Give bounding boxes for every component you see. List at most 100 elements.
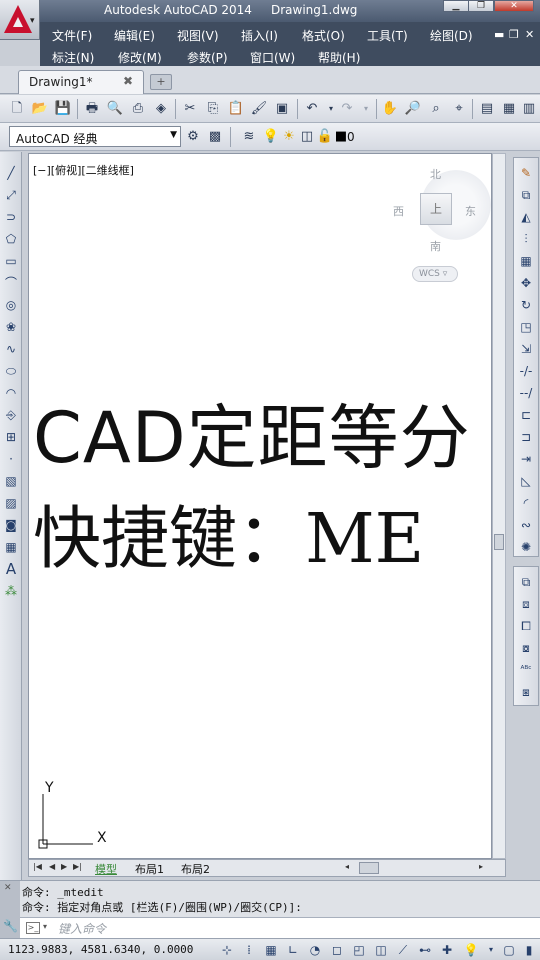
menu-format[interactable]: 格式(O) (302, 27, 345, 44)
blend-curves-icon[interactable]: ∾ (517, 516, 535, 534)
canvas-shortcut-text[interactable]: 快捷键：ME (33, 500, 424, 580)
scale-icon[interactable]: ◳ (517, 318, 535, 336)
3d-print-icon[interactable]: ◈ (152, 100, 170, 118)
revision-cloud-icon[interactable]: ❀ (2, 318, 20, 336)
zoom-window-icon[interactable]: ⌕ (427, 100, 445, 118)
layer-on-bulb-icon[interactable]: 💡 (262, 128, 280, 146)
construction-line-icon[interactable]: ⤢ (2, 186, 20, 204)
redo-icon[interactable]: ↷ (338, 100, 356, 118)
grid-display-icon[interactable]: ▦ (262, 941, 280, 959)
polygon-icon[interactable]: ⬠ (2, 230, 20, 248)
menu-view[interactable]: 视图(V) (177, 27, 219, 44)
horizontal-scroll-thumb[interactable] (359, 862, 379, 874)
ortho-mode-icon[interactable]: ∟ (284, 941, 302, 959)
explode-icon[interactable]: ✺ (517, 538, 535, 556)
minimize-button[interactable]: ▁ (443, 0, 469, 12)
last-layout-icon[interactable]: ▶| (73, 862, 82, 871)
join-icon[interactable]: ⇥ (517, 450, 535, 468)
insert-block-icon[interactable]: ⎆ (2, 406, 20, 424)
print-preview-icon[interactable]: 🔍 (106, 100, 124, 118)
wcs-menu[interactable]: WCS ▿ (412, 266, 458, 282)
chevron-down-icon[interactable]: ▾ (482, 941, 500, 959)
arc-icon[interactable]: ⌒ (2, 274, 20, 292)
layer-properties-icon[interactable]: ≋ (240, 128, 258, 146)
dynamic-ucs-icon[interactable]: ⟋ (394, 941, 412, 959)
polyline-icon[interactable]: ⊃ (2, 208, 20, 226)
gradient-icon[interactable]: ▨ (2, 494, 20, 512)
bring-above-icon[interactable]: ⧠ (517, 617, 535, 635)
menu-file[interactable]: 文件(F) (52, 27, 92, 44)
move-icon[interactable]: ✥ (517, 274, 535, 292)
undo-icon[interactable]: ↶ (303, 100, 321, 118)
hatch-to-back-icon[interactable]: ⧆ (517, 683, 535, 701)
match-properties-icon[interactable]: 🖌 (250, 100, 268, 118)
menu-help[interactable]: 帮助(H) (318, 49, 360, 66)
rotate-icon[interactable]: ↻ (517, 296, 535, 314)
workspace-settings-icon[interactable]: ⚙ (184, 128, 202, 146)
viewcube-top-face[interactable]: 上 (420, 193, 452, 225)
design-center-icon[interactable]: ▦ (500, 100, 518, 118)
line-icon[interactable]: ╱ (2, 164, 20, 182)
fillet-icon[interactable]: ◜ (517, 494, 535, 512)
command-prompt-icon[interactable]: >_ (26, 922, 40, 934)
polar-tracking-icon[interactable]: ◔ (306, 941, 324, 959)
menu-insert[interactable]: 插入(I) (241, 27, 278, 44)
3d-object-snap-icon[interactable]: ◰ (350, 941, 368, 959)
new-icon[interactable]: 🗋 (8, 100, 26, 118)
properties-icon[interactable]: ▤ (478, 100, 496, 118)
close-button[interactable]: ✕ (494, 0, 534, 12)
lineweight-icon[interactable]: ✚ (438, 941, 456, 959)
vertical-scrollbar[interactable] (492, 153, 506, 859)
chevron-down-icon[interactable]: ▾ (43, 922, 47, 931)
menu-dimension[interactable]: 标注(N) (52, 49, 94, 66)
clean-screen-icon[interactable]: ▢ (500, 941, 518, 959)
viewcube-east[interactable]: 东 (465, 203, 476, 219)
next-layout-icon[interactable]: ▶ (61, 862, 67, 871)
pan-icon[interactable]: ✋ (381, 100, 399, 118)
bring-to-front-icon[interactable]: ⧉ (517, 573, 535, 591)
ellipse-arc-icon[interactable]: ◠ (2, 384, 20, 402)
new-tab-button[interactable]: + (150, 74, 172, 90)
menu-tools[interactable]: 工具(T) (367, 27, 408, 44)
send-to-back-icon[interactable]: ⧈ (517, 595, 535, 613)
doc-close-icon[interactable]: ✕ (525, 28, 534, 41)
drawing-canvas[interactable]: [−][俯视][二维线框] 北 西 东 南 上 WCS ▿ CAD定距等分 快捷… (28, 153, 492, 859)
region-icon[interactable]: ◙ (2, 516, 20, 534)
publish-icon[interactable]: ⎙ (129, 100, 147, 118)
menu-edit[interactable]: 编辑(E) (114, 27, 155, 44)
menu-window[interactable]: 窗口(W) (250, 49, 295, 66)
circle-icon[interactable]: ◎ (2, 296, 20, 314)
copy-icon[interactable]: ⎘ (204, 100, 222, 118)
paste-icon[interactable]: 📋 (227, 100, 245, 118)
redo-dropdown-icon[interactable]: ▾ (357, 100, 375, 118)
extend-icon[interactable]: --/ (517, 384, 535, 402)
tab-layout2[interactable]: 布局2 (181, 861, 210, 877)
zoom-previous-icon[interactable]: ⌖ (450, 100, 468, 118)
viewcube-north[interactable]: 北 (430, 166, 441, 182)
trim-icon[interactable]: -/- (517, 362, 535, 380)
object-snap-icon[interactable]: ◻ (328, 941, 346, 959)
mirror-icon[interactable]: ◭ (517, 208, 535, 226)
send-under-icon[interactable]: ⧇ (517, 639, 535, 657)
menu-parameter[interactable]: 参数(P) (187, 49, 228, 66)
open-icon[interactable]: 📂 (31, 100, 49, 118)
isolate-objects-bulb-icon[interactable]: 💡 (462, 941, 480, 959)
object-snap-tracking-icon[interactable]: ◫ (372, 941, 390, 959)
viewport-controls[interactable]: [−][俯视][二维线框] (33, 162, 134, 178)
ellipse-icon[interactable]: ⬭ (2, 362, 20, 380)
table-icon[interactable]: ▦ (2, 538, 20, 556)
wrench-icon[interactable]: 🔧 (3, 919, 18, 933)
doc-minimize-icon[interactable]: ▬ (494, 28, 504, 41)
erase-icon[interactable]: ✎ (517, 164, 535, 182)
scroll-right-icon[interactable]: ▸ (479, 862, 483, 871)
zoom-realtime-icon[interactable]: 🔎 (404, 100, 422, 118)
scroll-left-icon[interactable]: ◂ (345, 862, 349, 871)
save-icon[interactable]: 💾 (54, 100, 72, 118)
tab-drawing1[interactable]: Drawing1* ✖ (18, 70, 144, 94)
stretch-icon[interactable]: ⇲ (517, 340, 535, 358)
canvas-title-text[interactable]: CAD定距等分 (33, 398, 471, 478)
command-window-handle[interactable]: ✕ 🔧 (0, 881, 20, 939)
infer-constraints-icon[interactable]: ⊹ (218, 941, 236, 959)
print-icon[interactable]: 🖶 (83, 100, 101, 118)
block-editor-icon[interactable]: ▣ (273, 100, 291, 118)
